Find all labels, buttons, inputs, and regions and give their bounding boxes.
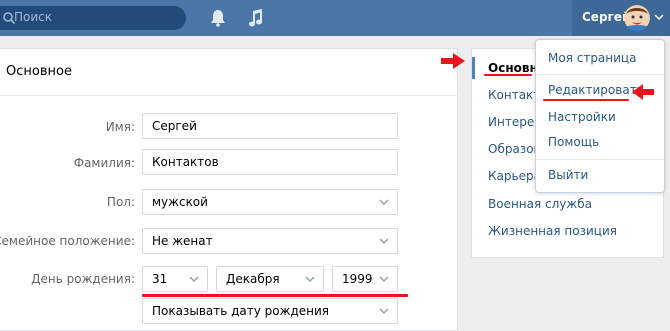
avatar	[624, 5, 650, 31]
marital-value: Не женат	[152, 234, 213, 248]
menu-item-my-page[interactable]: Моя страница	[548, 51, 636, 65]
main-panel: Основное Имя: Сергей Фамилия: Контактов …	[0, 48, 458, 331]
active-indicator	[472, 57, 475, 79]
chevron-down-icon	[654, 14, 664, 21]
music-icon[interactable]	[248, 9, 264, 27]
birth-year-value: 1999	[342, 272, 373, 286]
annotation-underline-main	[484, 74, 532, 76]
side-item-career[interactable]: Карьера	[488, 169, 541, 183]
birthday-label: День рождения:	[31, 272, 135, 286]
menu-item-settings[interactable]: Настройки	[548, 110, 616, 124]
user-dropdown-menu: Моя страница Редактировать Настройки Пом…	[535, 39, 665, 193]
top-header: Поиск Сергей	[0, 0, 670, 36]
gender-select[interactable]: мужской	[142, 189, 398, 215]
bell-icon[interactable]	[210, 9, 226, 27]
birthday-visibility-value: Показывать дату рождения	[152, 304, 329, 318]
first-name-label: Имя:	[105, 120, 135, 134]
side-item-military[interactable]: Военная служба	[488, 197, 592, 211]
gender-label: Пол:	[106, 195, 135, 209]
chevron-down-icon	[379, 238, 389, 244]
annotation-arrow-left-icon	[632, 84, 654, 100]
menu-item-edit[interactable]: Редактировать	[548, 83, 644, 97]
last-name-input[interactable]: Контактов	[142, 149, 398, 175]
birth-day-select[interactable]: 31	[142, 266, 208, 292]
birth-month-select[interactable]: Декабря	[216, 266, 324, 292]
divider	[0, 95, 458, 96]
marital-select[interactable]: Не женат	[142, 228, 398, 254]
menu-item-logout[interactable]: Выйти	[548, 168, 588, 182]
gender-value: мужской	[152, 195, 208, 209]
birth-day-value: 31	[152, 272, 168, 286]
chevron-down-icon	[379, 199, 389, 205]
annotation-underline-birthday	[142, 294, 408, 297]
marital-label: Семейное положение:	[0, 234, 135, 248]
birthday-visibility-select[interactable]: Показывать дату рождения	[142, 298, 398, 324]
user-menu-toggle[interactable]: Сергей	[572, 0, 670, 36]
birth-year-select[interactable]: 1999	[332, 266, 398, 292]
chevron-down-icon	[189, 276, 199, 282]
page-title: Основное	[6, 64, 72, 79]
menu-separator	[536, 159, 664, 160]
menu-item-help[interactable]: Помощь	[548, 135, 599, 149]
chevron-down-icon	[305, 276, 315, 282]
chevron-down-icon	[379, 276, 389, 282]
side-item-life-position[interactable]: Жизненная позиция	[488, 224, 617, 238]
last-name-label: Фамилия:	[73, 156, 135, 170]
menu-separator	[536, 74, 664, 75]
search-input[interactable]: Поиск	[14, 10, 52, 24]
search-box[interactable]: Поиск	[0, 6, 186, 30]
annotation-arrow-right-icon	[441, 53, 465, 69]
annotation-underline-edit	[543, 99, 629, 101]
chevron-down-icon	[379, 308, 389, 314]
first-name-input[interactable]: Сергей	[142, 113, 398, 139]
birth-month-value: Декабря	[226, 272, 280, 286]
